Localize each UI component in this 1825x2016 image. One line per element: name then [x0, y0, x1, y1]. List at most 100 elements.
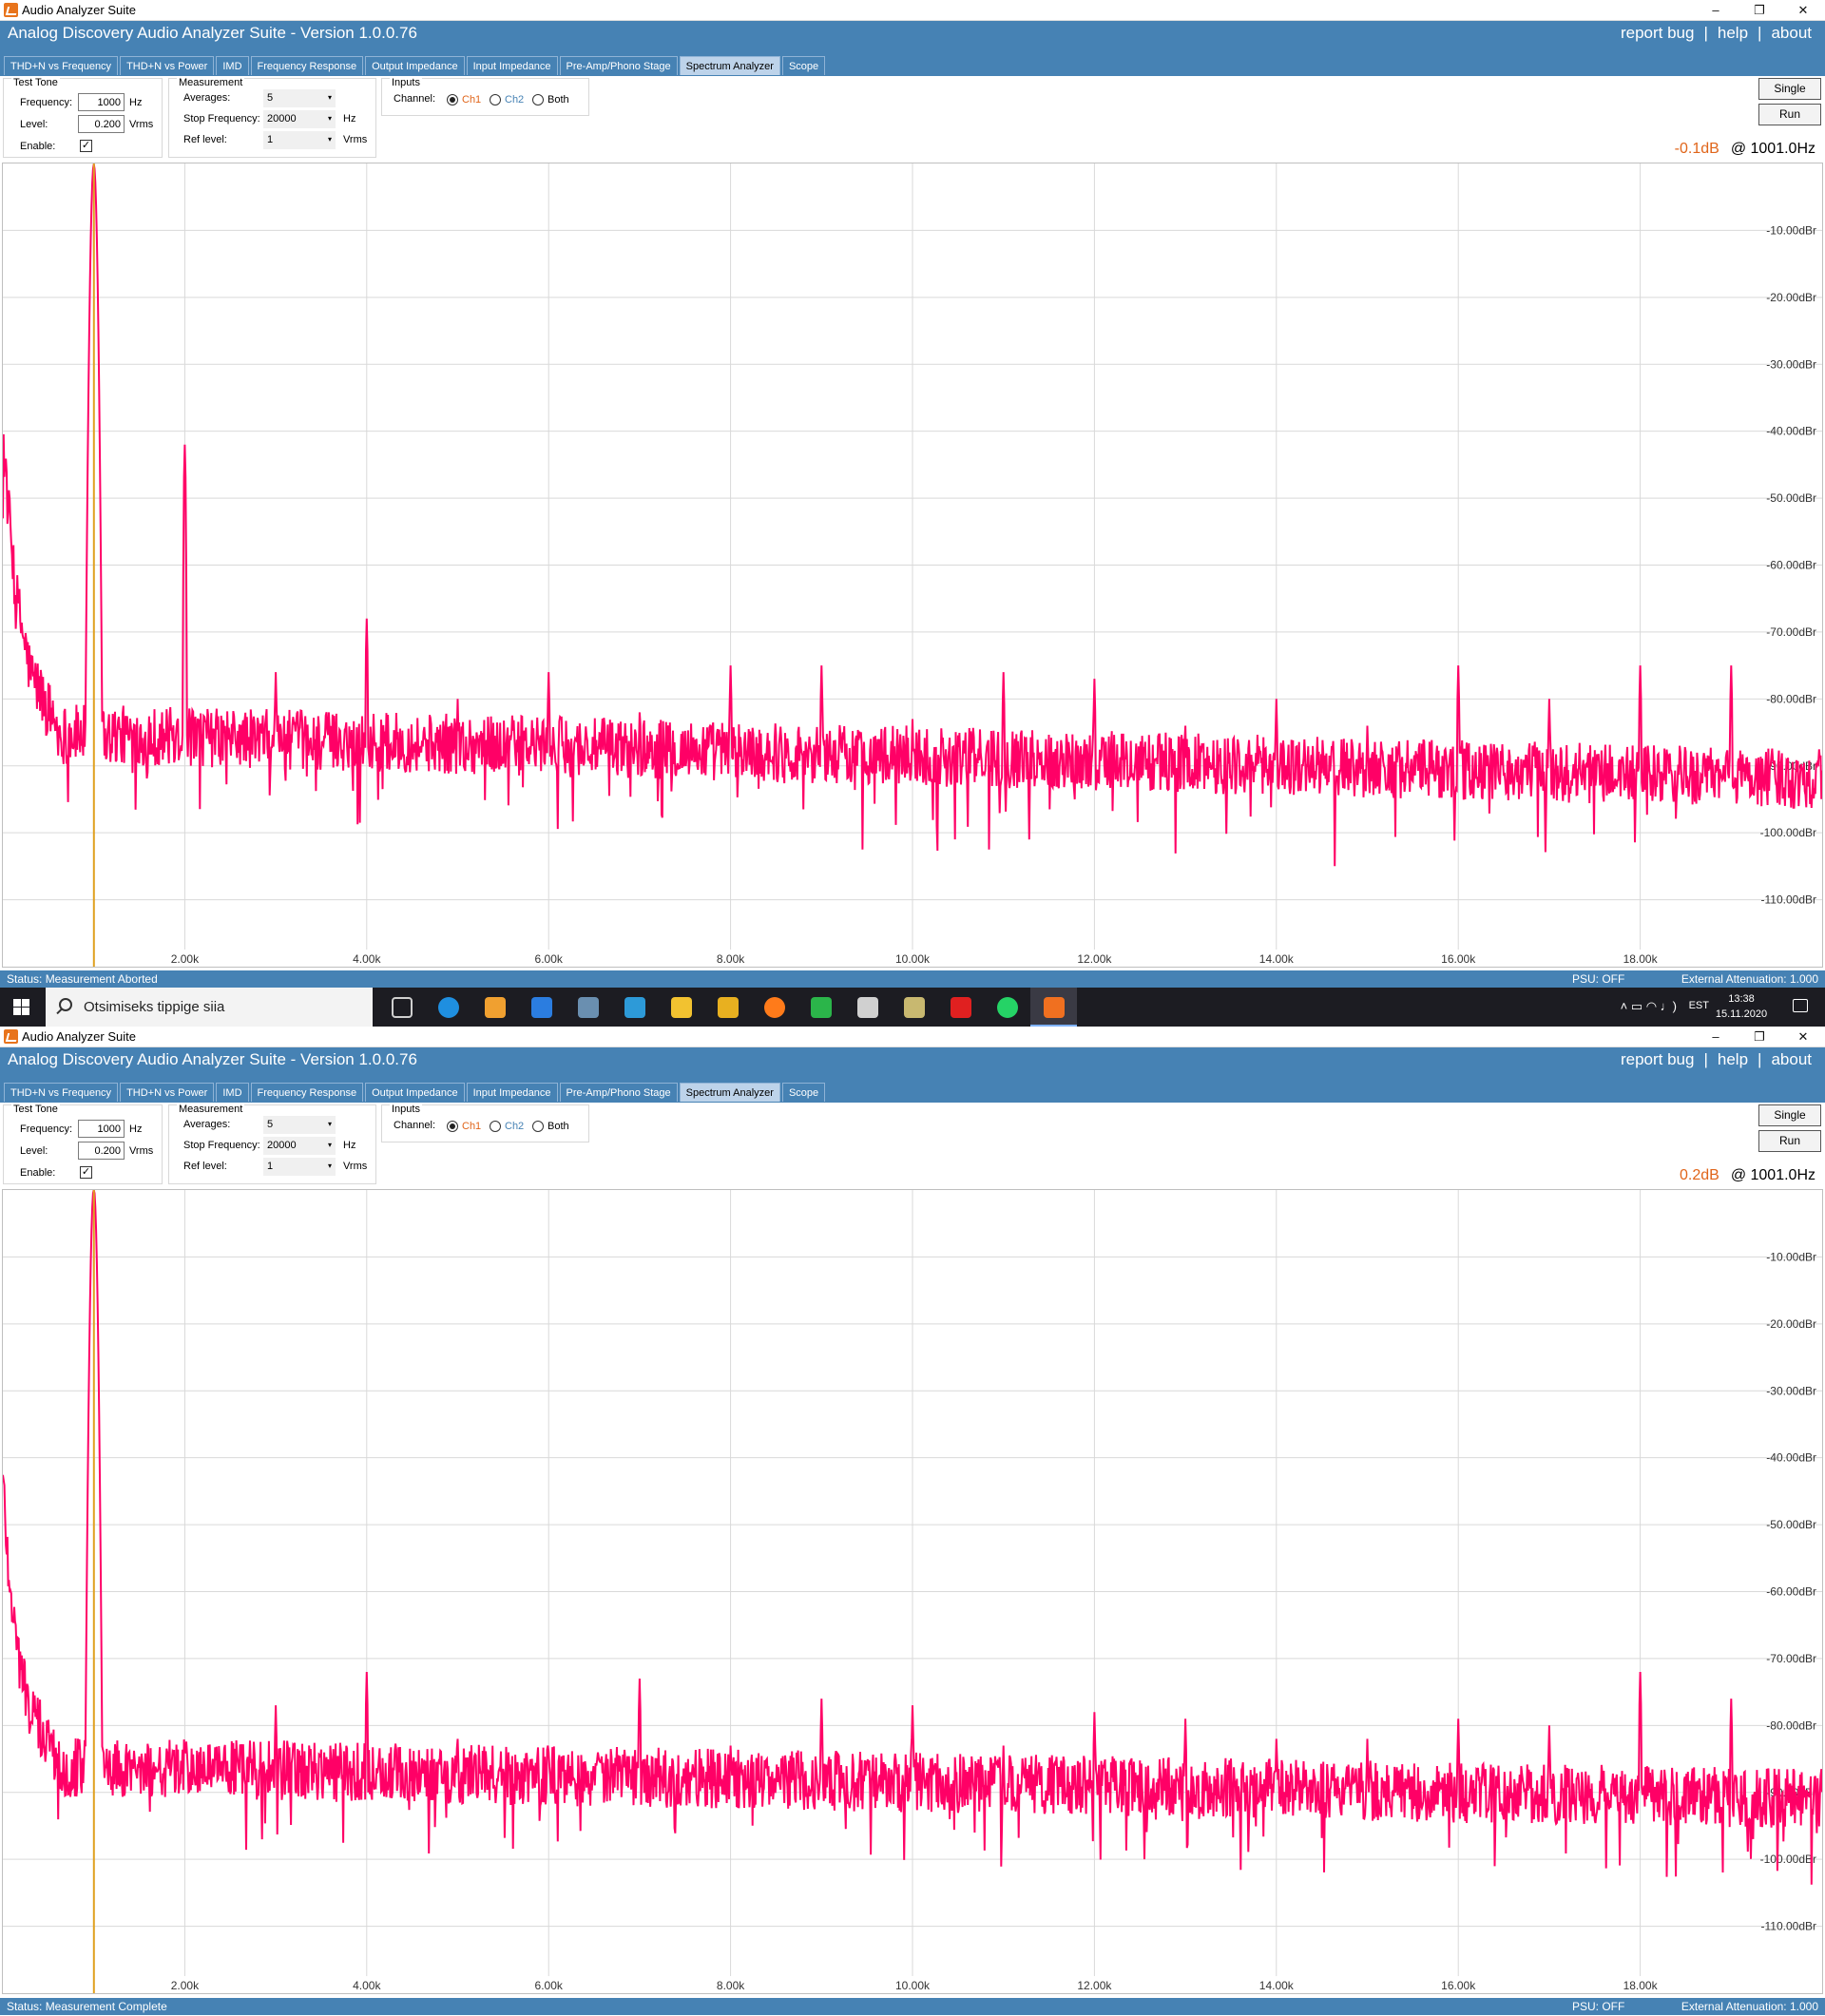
clock[interactable]: 13:38 15.11.2020: [1713, 991, 1770, 1022]
search-icon: [59, 998, 72, 1011]
winamp-icon[interactable]: [797, 988, 844, 1027]
ch2-radio[interactable]: [490, 1121, 501, 1132]
taskbar-search-box[interactable]: Otsimiseks tippige siia: [46, 988, 373, 1027]
tab-thdn-vs-frequency[interactable]: THD+N vs Frequency: [4, 1083, 119, 1102]
ch2-radio[interactable]: [490, 94, 501, 106]
close-button[interactable]: ✕: [1781, 0, 1825, 21]
window-title: Audio Analyzer Suite: [22, 1029, 136, 1044]
about-link[interactable]: about: [1771, 24, 1812, 43]
single-button[interactable]: Single: [1758, 1104, 1821, 1126]
tab-output-impedance[interactable]: Output Impedance: [365, 56, 465, 75]
stop-frequency-select[interactable]: 20000 ▾: [263, 1137, 336, 1155]
ref-level-select[interactable]: 1 ▾: [263, 131, 336, 149]
averages-select[interactable]: 5 ▾: [263, 1116, 336, 1134]
run-button[interactable]: Run: [1758, 1130, 1821, 1152]
readout-level: -0.1dB: [1674, 141, 1719, 157]
psu-status: PSU: OFF: [1572, 972, 1625, 986]
y-tick-label: -40.00dBr: [1766, 1451, 1816, 1465]
channel-label: Channel:: [394, 93, 436, 105]
red-app-icon[interactable]: [937, 988, 984, 1027]
ch1-label[interactable]: Ch1: [462, 1121, 481, 1132]
language-indicator[interactable]: EST: [1689, 1000, 1709, 1011]
wolf-app-icon[interactable]: [844, 988, 891, 1027]
both-radio[interactable]: [532, 94, 544, 106]
calculator-icon[interactable]: [565, 988, 611, 1027]
ch2-label[interactable]: Ch2: [505, 94, 524, 106]
tab-thdn-vs-frequency[interactable]: THD+N vs Frequency: [4, 56, 119, 75]
restore-button[interactable]: ❐: [1738, 0, 1781, 21]
ch1-label[interactable]: Ch1: [462, 94, 481, 106]
whatsapp-icon[interactable]: [984, 988, 1030, 1027]
spectrum-plot[interactable]: 2.00k 4.00k 6.00k 8.00k 10.00k 12.00k 14.00k 16…: [2, 1189, 1823, 1994]
help-link[interactable]: help: [1718, 1050, 1748, 1069]
app-header: Analog Discovery Audio Analyzer Suite - …: [0, 21, 1825, 55]
tab-thdn-vs-power[interactable]: THD+N vs Power: [120, 1083, 215, 1102]
readout-frequency: @ 1001.0Hz: [1730, 1167, 1815, 1183]
store-icon[interactable]: [471, 988, 518, 1027]
photos-icon[interactable]: [611, 988, 658, 1027]
app-header: Analog Discovery Audio Analyzer Suite - …: [0, 1047, 1825, 1082]
frequency-input[interactable]: [78, 1120, 125, 1138]
edge-icon[interactable]: [425, 988, 471, 1027]
measurement-group: Measurement Averages: 5 ▾ Stop Frequency:…: [168, 77, 376, 158]
tab-preamp-phono[interactable]: Pre-Amp/Phono Stage: [559, 1083, 678, 1102]
about-link[interactable]: about: [1771, 1050, 1812, 1069]
window-titlebar[interactable]: Audio Analyzer Suite – ❐ ✕: [0, 1027, 1825, 1047]
ref-level-unit: Vrms: [343, 1161, 368, 1172]
level-input[interactable]: [78, 115, 125, 133]
tab-input-impedance[interactable]: Input Impedance: [466, 56, 558, 75]
ch2-label[interactable]: Ch2: [505, 1121, 524, 1132]
enable-label: Enable:: [20, 1167, 56, 1179]
spectrum-plot[interactable]: 2.00k 4.00k 6.00k 8.00k 10.00k 12.00k 14.00k 16…: [2, 163, 1823, 968]
paint-icon[interactable]: [704, 988, 751, 1027]
report-bug-link[interactable]: report bug: [1621, 1050, 1695, 1069]
both-label[interactable]: Both: [548, 1121, 569, 1132]
report-bug-link[interactable]: report bug: [1621, 24, 1695, 43]
ch1-radio[interactable]: [447, 94, 458, 106]
tab-scope[interactable]: Scope: [781, 1083, 826, 1102]
tab-thdn-vs-power[interactable]: THD+N vs Power: [120, 56, 215, 75]
tab-input-impedance[interactable]: Input Impedance: [466, 1083, 558, 1102]
stop-frequency-select[interactable]: 20000 ▾: [263, 110, 336, 128]
level-input[interactable]: [78, 1142, 125, 1160]
window-titlebar[interactable]: Audio Analyzer Suite – ❐ ✕: [0, 0, 1825, 21]
tab-spectrum-analyzer[interactable]: Spectrum Analyzer: [679, 56, 780, 75]
tray-status-icons[interactable]: ˄ ▭ ◠ ♩): [1621, 999, 1677, 1014]
tab-preamp-phono[interactable]: Pre-Amp/Phono Stage: [559, 56, 678, 75]
cpu-z-icon[interactable]: [891, 988, 937, 1027]
enable-checkbox[interactable]: ✓: [80, 140, 92, 152]
averages-select[interactable]: 5 ▾: [263, 89, 336, 107]
file-explorer-icon[interactable]: [658, 988, 704, 1027]
close-button[interactable]: ✕: [1781, 1027, 1825, 1047]
minimize-button[interactable]: –: [1694, 1027, 1738, 1047]
both-radio[interactable]: [532, 1121, 544, 1132]
mail-icon[interactable]: [518, 988, 565, 1027]
tab-scope[interactable]: Scope: [781, 56, 826, 75]
chevron-down-icon: ▾: [327, 93, 332, 102]
minimize-button[interactable]: –: [1694, 0, 1738, 21]
tab-frequency-response[interactable]: Frequency Response: [250, 1083, 364, 1102]
x-tick-label: 16.00k: [1441, 952, 1476, 966]
tab-imd[interactable]: IMD: [216, 56, 249, 75]
single-button[interactable]: Single: [1758, 78, 1821, 100]
firefox-icon[interactable]: [751, 988, 797, 1027]
windows-taskbar: Otsimiseks tippige siia ˄ ▭ ◠ ♩) EST 13:…: [0, 988, 1825, 1027]
ch1-radio[interactable]: [447, 1121, 458, 1132]
app-icon: [4, 1029, 18, 1044]
audio-analyzer-icon[interactable]: [1030, 988, 1077, 1027]
tab-frequency-response[interactable]: Frequency Response: [250, 56, 364, 75]
tab-output-impedance[interactable]: Output Impedance: [365, 1083, 465, 1102]
test-tone-group: Test Tone Frequency: Hz Level: Vrms Enab…: [3, 77, 163, 158]
windows-start-icon[interactable]: [13, 999, 29, 1015]
frequency-input[interactable]: [78, 93, 125, 111]
enable-checkbox[interactable]: ✓: [80, 1166, 92, 1179]
ref-level-select[interactable]: 1 ▾: [263, 1158, 336, 1176]
restore-button[interactable]: ❐: [1738, 1027, 1781, 1047]
tab-imd[interactable]: IMD: [216, 1083, 249, 1102]
run-button[interactable]: Run: [1758, 104, 1821, 125]
tab-spectrum-analyzer[interactable]: Spectrum Analyzer: [679, 1083, 780, 1102]
both-label[interactable]: Both: [548, 94, 569, 106]
notification-icon[interactable]: [1793, 999, 1808, 1012]
task-view-icon[interactable]: [378, 988, 425, 1027]
help-link[interactable]: help: [1718, 24, 1748, 43]
